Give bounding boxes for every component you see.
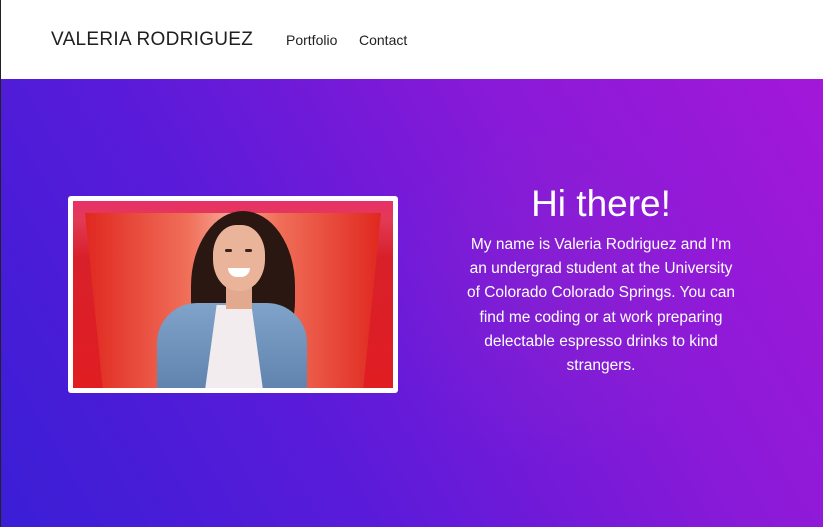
brand-link[interactable]: VALERIA RODRIGUEZ [51, 29, 253, 51]
hero-section: Hi there! My name is Valeria Rodriguez a… [0, 79, 823, 527]
hero-bio: My name is Valeria Rodriguez and I'm an … [467, 236, 735, 375]
profile-photo-frame [68, 196, 398, 393]
navbar: VALERIA RODRIGUEZ Portfolio Contact [0, 0, 823, 79]
profile-photo [73, 201, 393, 388]
hero-text: Hi there! My name is Valeria Rodriguez a… [461, 179, 741, 378]
hero-title: Hi there! [531, 183, 671, 224]
nav-link-contact[interactable]: Contact [359, 32, 407, 48]
nav-link-portfolio[interactable]: Portfolio [286, 32, 337, 48]
